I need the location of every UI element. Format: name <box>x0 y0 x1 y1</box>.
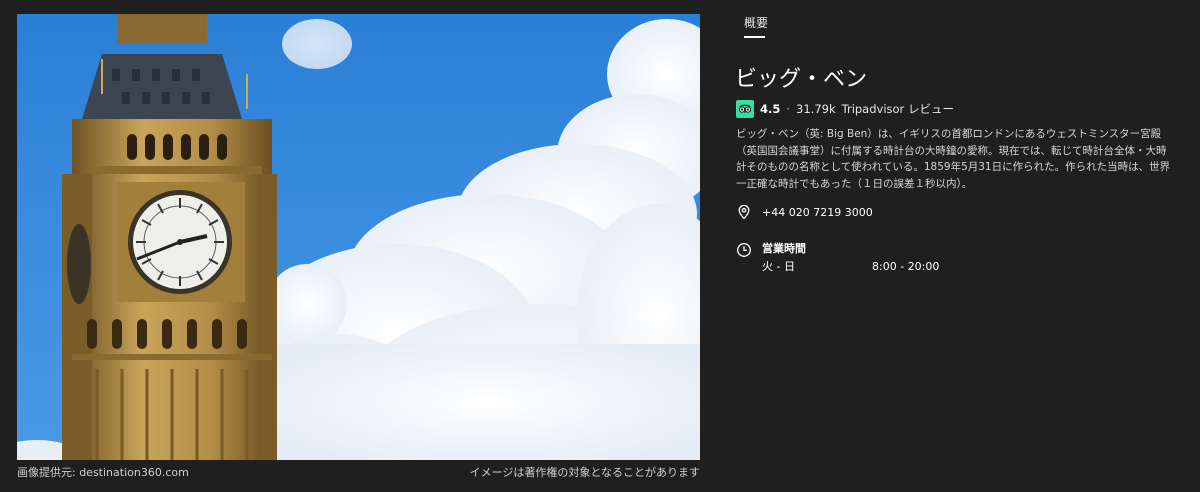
opening-hours: 営業時間 火 - 日 8:00 - 20:00 <box>736 242 939 274</box>
place-photo[interactable] <box>17 14 700 460</box>
tab-overview[interactable]: 概要 <box>744 14 768 31</box>
place-title: ビッグ・ベン <box>735 67 868 92</box>
rating-separator: · <box>786 102 791 116</box>
review-count: 31.79k <box>796 102 836 116</box>
hours-line: 火 - 日 8:00 - 20:00 <box>762 260 939 274</box>
phone-number[interactable]: +44 020 7219 3000 <box>762 206 873 219</box>
location-pin-icon <box>736 204 752 220</box>
clock-icon <box>736 242 752 258</box>
tab-active-indicator <box>744 36 765 38</box>
image-credit[interactable]: 画像提供元: destination360.com <box>17 464 189 480</box>
big-ben-image <box>17 14 700 460</box>
hours-block: 営業時間 火 - 日 8:00 - 20:00 <box>762 242 939 274</box>
place-card: 画像提供元: destination360.com イメージは著作権の対象となる… <box>0 0 1200 492</box>
phone-row[interactable]: +44 020 7219 3000 <box>736 204 873 220</box>
review-source: Tripadvisor レビュー <box>841 102 954 116</box>
rating-row[interactable]: 4.5 · 31.79k Tripadvisor レビュー <box>736 100 954 118</box>
place-description: ビッグ・ベン（英: Big Ben）は、イギリスの首都ロンドンにあるウェストミン… <box>736 128 1171 190</box>
hours-time: 8:00 - 20:00 <box>872 260 940 273</box>
rating-score: 4.5 <box>760 102 781 116</box>
hours-title: 営業時間 <box>762 242 806 255</box>
copyright-notice: イメージは著作権の対象となることがあります <box>469 466 700 479</box>
hours-days: 火 - 日 <box>762 260 795 273</box>
tripadvisor-owl-icon <box>736 100 754 118</box>
